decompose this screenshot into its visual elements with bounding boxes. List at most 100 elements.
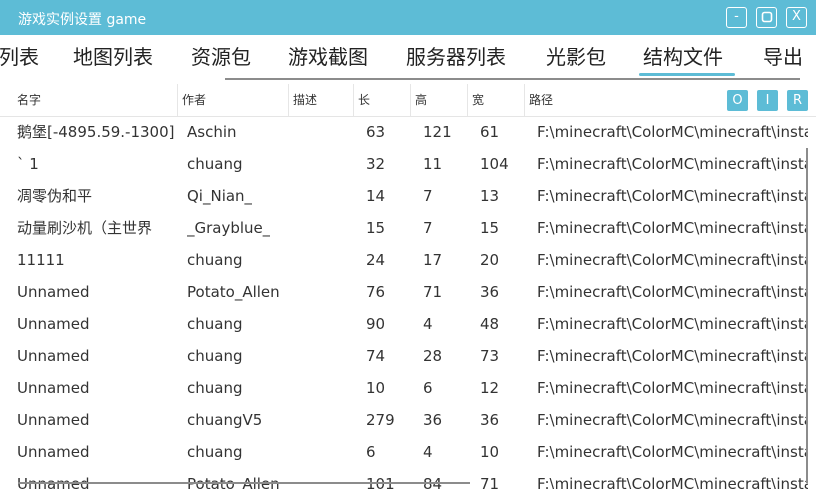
column-header-length[interactable]: 长 bbox=[353, 84, 410, 116]
cell-width: 36 bbox=[480, 411, 500, 429]
cell-height: 7 bbox=[423, 219, 433, 237]
open-button[interactable]: O bbox=[727, 90, 748, 111]
table-row[interactable]: Unnamed chuangV5 279 36 36 F:\minecraft\Color… bbox=[0, 404, 808, 436]
cell-width: 48 bbox=[480, 315, 500, 333]
cell-author: chuang bbox=[187, 155, 243, 173]
window-title: 游戏实例设置 game bbox=[18, 12, 147, 28]
cell-author: chuang bbox=[187, 443, 243, 461]
cell-length: 63 bbox=[366, 123, 386, 141]
cell-width: 13 bbox=[480, 187, 500, 205]
cell-author: chuang bbox=[187, 347, 243, 365]
cell-path: F:\minecraft\ColorMC\minecraft\instance bbox=[537, 379, 808, 397]
table-header: 名字 作者 描述 长 高 宽 路径 O I R bbox=[0, 84, 816, 117]
column-header-name[interactable]: 名字 bbox=[13, 84, 177, 116]
minimize-icon: - bbox=[734, 9, 739, 24]
cell-name: Unnamed bbox=[17, 475, 90, 489]
cell-author: Aschin bbox=[187, 123, 237, 141]
cell-width: 15 bbox=[480, 219, 500, 237]
cell-height: 17 bbox=[423, 251, 443, 269]
close-button[interactable]: X bbox=[786, 7, 807, 28]
cell-path: F:\minecraft\ColorMC\minecraft\instance bbox=[537, 411, 808, 429]
table-row[interactable]: 动量刷沙机（主世界 _Grayblue_ 15 7 15 F:\minecraft\Col… bbox=[0, 212, 808, 244]
table-row[interactable]: ` 1 chuang 32 11 104 F:\minecraft\ColorMC\min… bbox=[0, 148, 808, 180]
cell-width: 10 bbox=[480, 443, 500, 461]
tab-structure-files[interactable]: 结构文件 bbox=[643, 41, 723, 70]
tab-list[interactable]: 列表 bbox=[0, 41, 39, 70]
cell-width: 71 bbox=[480, 475, 500, 489]
cell-path: F:\minecraft\ColorMC\minecraft\instance bbox=[537, 123, 808, 141]
tab-strip-scrollbar[interactable] bbox=[225, 78, 800, 80]
cell-length: 24 bbox=[366, 251, 386, 269]
cell-width: 104 bbox=[480, 155, 509, 173]
tab-server-list[interactable]: 服务器列表 bbox=[406, 41, 506, 70]
cell-author: Qi_Nian_ bbox=[187, 187, 253, 205]
cell-length: 14 bbox=[366, 187, 386, 205]
column-header-author[interactable]: 作者 bbox=[177, 84, 288, 116]
cell-author: _Grayblue_ bbox=[187, 219, 271, 237]
instance-settings-window: 游戏实例设置 game - X 列表 地图列表 资源包 游戏截图 服务器列表 光… bbox=[0, 0, 816, 489]
cell-author: Potato_Allen bbox=[187, 283, 280, 301]
tab-screenshots[interactable]: 游戏截图 bbox=[288, 41, 368, 70]
tab-resource-packs[interactable]: 资源包 bbox=[191, 41, 251, 70]
close-icon: X bbox=[792, 9, 801, 24]
table-row[interactable]: 鹅堡[-4895.59.-1300] Aschin 63 121 61 F:\minecr… bbox=[0, 116, 808, 148]
table-row[interactable]: 11111 chuang 24 17 20 F:\minecraft\ColorMC\mi… bbox=[0, 244, 808, 276]
tab-strip: 列表 地图列表 资源包 游戏截图 服务器列表 光影包 结构文件 导出 bbox=[0, 35, 816, 82]
cell-length: 101 bbox=[366, 475, 395, 489]
cell-name: Unnamed bbox=[17, 347, 90, 365]
column-header-width[interactable]: 宽 bbox=[467, 84, 524, 116]
cell-height: 4 bbox=[423, 443, 433, 461]
table-row[interactable]: Unnamed Potato_Allen 101 84 71 F:\minecraft\C… bbox=[0, 468, 808, 489]
cell-path: F:\minecraft\ColorMC\minecraft\instance bbox=[537, 347, 808, 365]
cell-height: 4 bbox=[423, 315, 433, 333]
table-row[interactable]: Unnamed chuang 90 4 48 F:\minecraft\ColorMC\m… bbox=[0, 308, 808, 340]
cell-length: 15 bbox=[366, 219, 386, 237]
import-button[interactable]: I bbox=[757, 90, 778, 111]
cell-length: 10 bbox=[366, 379, 386, 397]
cell-path: F:\minecraft\ColorMC\minecraft\instance bbox=[537, 219, 808, 237]
cell-name: ` 1 bbox=[17, 155, 39, 173]
cell-height: 71 bbox=[423, 283, 443, 301]
cell-length: 74 bbox=[366, 347, 386, 365]
cell-path: F:\minecraft\ColorMC\minecraft\instance bbox=[537, 315, 808, 333]
cell-name: 凋零伪和平 bbox=[17, 187, 93, 205]
cell-length: 32 bbox=[366, 155, 386, 173]
table-row[interactable]: Unnamed chuang 6 4 10 F:\minecraft\ColorMC\mi… bbox=[0, 436, 808, 468]
horizontal-scrollbar[interactable] bbox=[18, 482, 470, 484]
table-row[interactable]: Unnamed Potato_Allen 76 71 36 F:\minecraft\Co… bbox=[0, 276, 808, 308]
tab-export[interactable]: 导出 bbox=[763, 41, 803, 70]
cell-height: 28 bbox=[423, 347, 443, 365]
cell-author: Potato_Allen bbox=[187, 475, 280, 489]
cell-path: F:\minecraft\ColorMC\minecraft\instance bbox=[537, 187, 808, 205]
tab-shader-packs[interactable]: 光影包 bbox=[546, 41, 606, 70]
maximize-button[interactable] bbox=[756, 7, 777, 28]
table-row[interactable]: Unnamed chuang 10 6 12 F:\minecraft\ColorMC\m… bbox=[0, 372, 808, 404]
cell-path: F:\minecraft\ColorMC\minecraft\instance bbox=[537, 443, 808, 461]
cell-author: chuang bbox=[187, 379, 243, 397]
cell-height: 11 bbox=[423, 155, 443, 173]
cell-name: Unnamed bbox=[17, 411, 90, 429]
table-row[interactable]: Unnamed chuang 74 28 73 F:\minecraft\ColorMC\… bbox=[0, 340, 808, 372]
cell-height: 7 bbox=[423, 187, 433, 205]
cell-name: 11111 bbox=[17, 251, 65, 269]
table-row[interactable]: 凋零伪和平 Qi_Nian_ 14 7 13 F:\minecraft\ColorMC\m… bbox=[0, 180, 808, 212]
cell-path: F:\minecraft\ColorMC\minecraft\instance bbox=[537, 283, 808, 301]
cell-length: 279 bbox=[366, 411, 395, 429]
minimize-button[interactable]: - bbox=[726, 7, 747, 28]
vertical-scrollbar[interactable] bbox=[806, 148, 808, 483]
cell-author: chuang bbox=[187, 251, 243, 269]
column-header-description[interactable]: 描述 bbox=[288, 84, 353, 116]
cell-length: 90 bbox=[366, 315, 386, 333]
cell-width: 36 bbox=[480, 283, 500, 301]
cell-path: F:\minecraft\ColorMC\minecraft\instance bbox=[537, 155, 808, 173]
title-bar[interactable]: 游戏实例设置 game - X bbox=[0, 0, 816, 35]
cell-height: 6 bbox=[423, 379, 433, 397]
refresh-button[interactable]: R bbox=[787, 90, 808, 111]
cell-author: chuang bbox=[187, 315, 243, 333]
column-header-path[interactable]: 路径 bbox=[524, 84, 714, 116]
cell-name: Unnamed bbox=[17, 379, 90, 397]
cell-width: 73 bbox=[480, 347, 500, 365]
cell-height: 36 bbox=[423, 411, 443, 429]
tab-world-list[interactable]: 地图列表 bbox=[73, 41, 153, 70]
column-header-height[interactable]: 高 bbox=[410, 84, 467, 116]
